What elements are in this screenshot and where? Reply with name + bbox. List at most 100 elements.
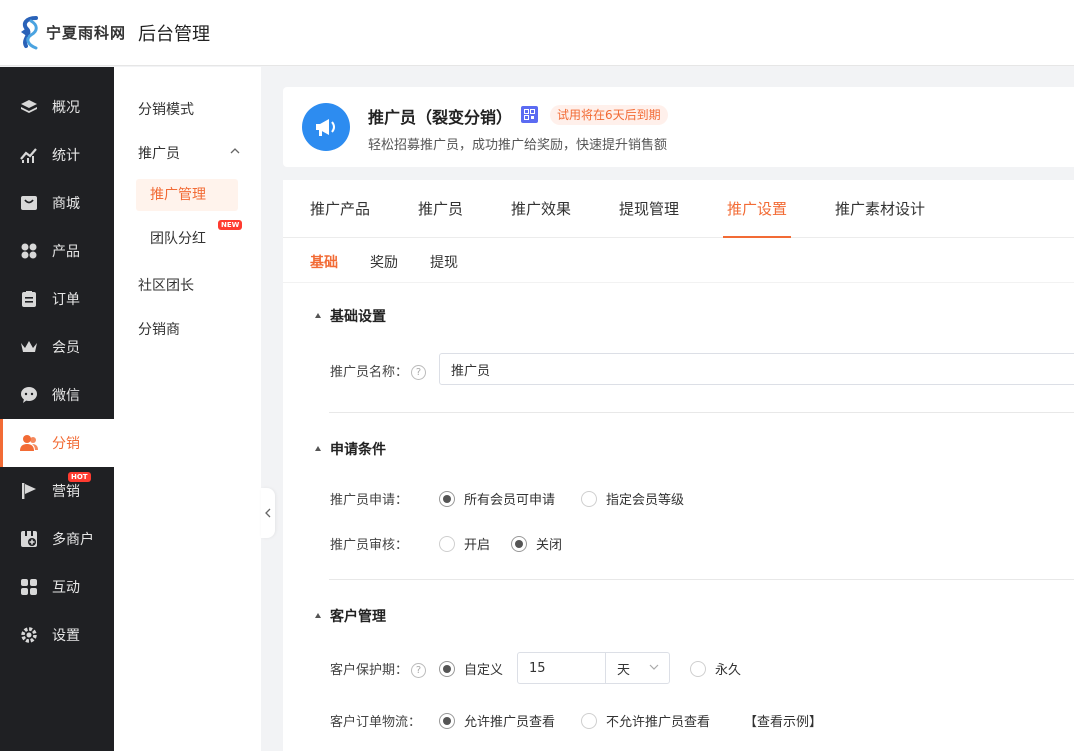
app-title: 后台管理 <box>138 23 211 45</box>
nav-label: 产品 <box>52 244 80 260</box>
top-bar: 宁夏雨科网 后台管理 <box>0 0 1074 66</box>
tab-withdraw-management[interactable]: 提现管理 <box>619 180 679 238</box>
radio-label: 不允许推广员查看 <box>606 715 711 730</box>
promoter-name-input[interactable] <box>439 353 1074 385</box>
logo-text: 宁夏雨科网 <box>46 24 127 42</box>
qr-code-icon[interactable] <box>521 106 538 123</box>
tab-promo-products[interactable]: 推广产品 <box>310 180 370 238</box>
tab-promo-settings[interactable]: 推广设置 <box>722 180 792 238</box>
section-apply-conditions[interactable]: 申请条件 <box>315 439 386 459</box>
label-text: 推广员名称： <box>330 365 409 380</box>
section-title-text: 申请条件 <box>330 442 386 458</box>
subnav-promo-management[interactable]: 推广管理 <box>136 179 238 211</box>
label-text: 客户保护期： <box>330 663 409 678</box>
logo-mark-icon <box>21 15 38 49</box>
nav-item-multi-merchant[interactable]: 多商户 <box>0 515 114 563</box>
radio-dot <box>439 535 455 552</box>
store-icon <box>19 193 39 213</box>
radio-label: 开启 <box>464 538 491 553</box>
nav-label: 会员 <box>52 340 80 356</box>
radio-dot <box>439 712 455 729</box>
view-example-link[interactable]: 【查看示例】 <box>744 711 822 730</box>
radio-allow-promoter-view[interactable]: 允许推广员查看 <box>439 711 555 730</box>
subtab-basic[interactable]: 基础 <box>310 252 338 272</box>
nav-label: 概况 <box>52 100 80 116</box>
plugin-title: 推广员（裂变分销） <box>368 108 513 127</box>
radio-label: 指定会员等级 <box>606 493 685 508</box>
help-icon[interactable]: ? <box>411 663 427 678</box>
layers-icon <box>19 97 39 117</box>
plugin-header-card: 推广员（裂变分销） 试用将在6天后到期 轻松招募推广员，成功推广给奖励，快速提升… <box>283 87 1074 167</box>
protect-days-input[interactable] <box>518 653 605 683</box>
wechat-icon <box>19 385 39 405</box>
hot-badge: HOT <box>68 472 91 482</box>
nav-item-products[interactable]: 产品 <box>0 227 114 275</box>
tab-promo-material-design[interactable]: 推广素材设计 <box>835 180 925 238</box>
subnav-community-leader[interactable]: 社区团长 <box>138 275 194 295</box>
nav-item-orders[interactable]: 订单 <box>0 275 114 323</box>
nav-label: 微信 <box>52 388 80 404</box>
subtab-reward[interactable]: 奖励 <box>370 252 398 272</box>
tab-promo-effect[interactable]: 推广效果 <box>511 180 571 238</box>
flag-icon <box>19 481 39 501</box>
subnav-team-bonus[interactable]: 团队分红 NEW <box>136 220 243 255</box>
radio-specified-level[interactable]: 指定会员等级 <box>581 489 684 508</box>
radio-review-off[interactable]: 关闭 <box>511 534 562 553</box>
help-icon[interactable]: ? <box>411 365 427 380</box>
radio-dot <box>690 660 706 677</box>
nav-item-members[interactable]: 会员 <box>0 323 114 371</box>
nav-item-wechat[interactable]: 微信 <box>0 371 114 419</box>
section-customer-management[interactable]: 客户管理 <box>315 606 386 626</box>
radio-label: 永久 <box>715 663 742 678</box>
subnav-distribution-mode[interactable]: 分销模式 <box>138 99 194 119</box>
collapse-sidebar-button[interactable] <box>261 488 275 538</box>
nav-label: 订单 <box>52 292 80 308</box>
radio-all-members[interactable]: 所有会员可申请 <box>439 489 555 508</box>
sub-tabs: 基础 奖励 提现 <box>283 239 1074 283</box>
radio-label: 所有会员可申请 <box>464 493 556 508</box>
nav-item-distribution[interactable]: 分销 <box>0 419 114 467</box>
radio-dot <box>439 490 455 507</box>
promoter-name-label: 推广员名称：? <box>330 361 427 380</box>
nav-label: 分销 <box>52 436 80 452</box>
megaphone-icon <box>302 103 350 151</box>
main-panel: 推广产品 推广员 推广效果 提现管理 推广设置 推广素材设计 基础 奖励 提现 … <box>283 180 1074 751</box>
subnav-promoter-group[interactable]: 推广员 <box>138 143 180 163</box>
chevron-up-icon[interactable] <box>230 146 240 156</box>
multi-store-icon <box>19 529 39 549</box>
radio-review-on[interactable]: 开启 <box>439 534 490 553</box>
chevron-down-icon <box>649 664 659 670</box>
subtab-withdraw[interactable]: 提现 <box>430 252 458 272</box>
subnav-label: 团队分红 <box>150 231 206 247</box>
radio-deny-promoter-view[interactable]: 不允许推广员查看 <box>581 711 710 730</box>
radio-dot <box>581 490 597 507</box>
nav-item-overview[interactable]: 概况 <box>0 83 114 131</box>
radio-label: 关闭 <box>536 538 563 553</box>
order-logistics-label: 客户订单物流： <box>330 715 422 730</box>
nav-item-stats[interactable]: 统计 <box>0 131 114 179</box>
tab-promoters[interactable]: 推广员 <box>418 180 463 238</box>
radio-protect-custom[interactable]: 自定义 <box>439 659 503 678</box>
nav-item-interaction[interactable]: 互动 <box>0 563 114 611</box>
section-title-text: 客户管理 <box>330 609 386 625</box>
logo[interactable]: 宁夏雨科网 <box>18 15 126 51</box>
grid-icon <box>19 241 39 261</box>
chart-icon <box>19 145 39 165</box>
chevron-left-icon <box>265 508 271 518</box>
nav-item-settings[interactable]: 设置 <box>0 611 114 659</box>
divider <box>329 412 1074 413</box>
nav-item-mall[interactable]: 商城 <box>0 179 114 227</box>
protect-unit-select[interactable]: 天 <box>605 653 669 683</box>
nav-label: 互动 <box>52 580 80 596</box>
nav-label: 统计 <box>52 148 80 164</box>
divider <box>329 579 1074 580</box>
nav-label: 营销 <box>52 484 80 500</box>
plugin-description: 轻松招募推广员，成功推广给奖励，快速提升销售额 <box>368 138 668 153</box>
nav-label: 多商户 <box>52 532 94 548</box>
radio-protect-forever[interactable]: 永久 <box>690 659 741 678</box>
nav-item-marketing[interactable]: 营销 HOT <box>0 467 114 515</box>
caret-up-icon <box>315 445 321 451</box>
section-basic-settings[interactable]: 基础设置 <box>315 306 386 326</box>
nav-label: 设置 <box>52 628 80 644</box>
subnav-distributor[interactable]: 分销商 <box>138 319 180 339</box>
